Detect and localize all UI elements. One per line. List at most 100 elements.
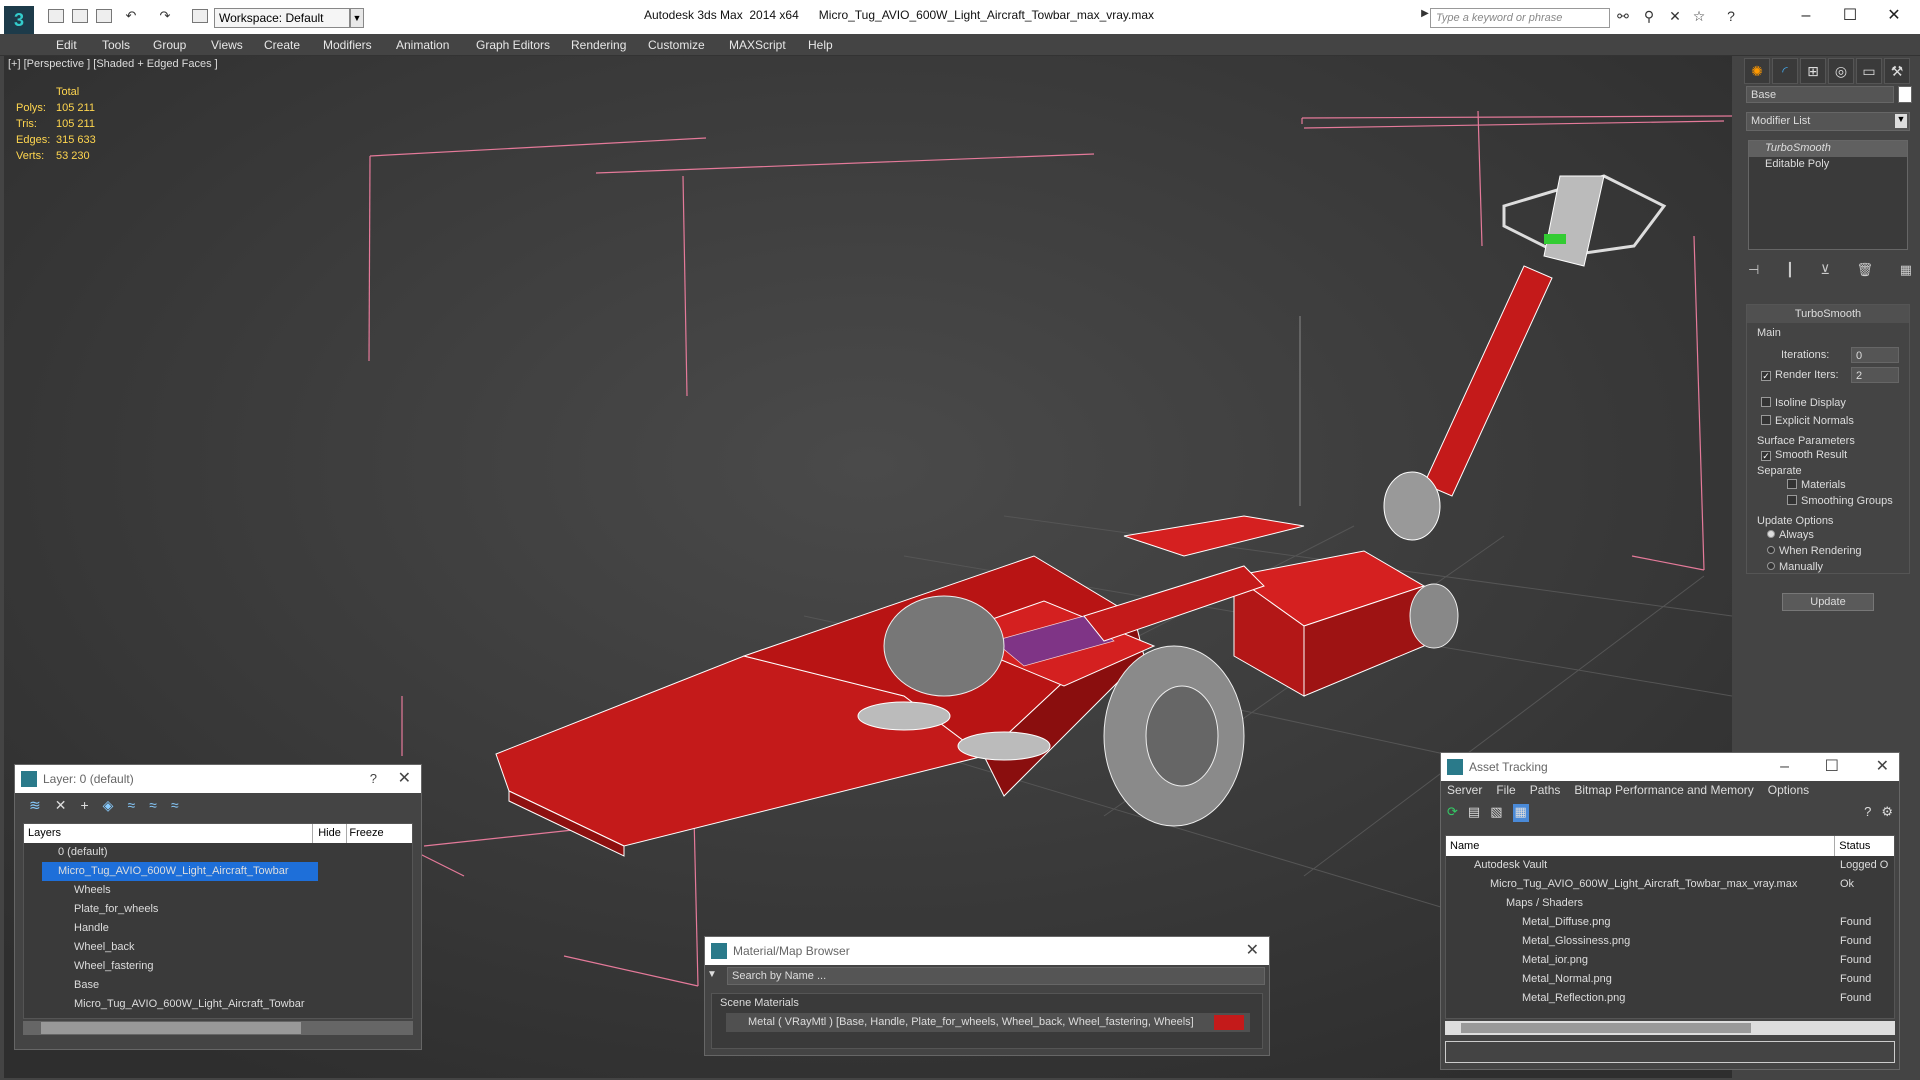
menu-animation[interactable]: Animation: [396, 38, 449, 52]
material-item[interactable]: Metal ( VRayMtl ) [Base, Handle, Plate_f…: [726, 1013, 1250, 1032]
app-logo-icon[interactable]: 3: [4, 6, 34, 34]
asset-row[interactable]: Micro_Tug_AVIO_600W_Light_Aircraft_Towba…: [1446, 875, 1894, 894]
minimize-icon[interactable]: –: [1780, 753, 1789, 781]
menu-tools[interactable]: Tools: [102, 38, 130, 52]
isoline-checkbox[interactable]: [1761, 397, 1771, 407]
explicit-normals-checkbox[interactable]: [1761, 415, 1771, 425]
iterations-spinner[interactable]: 0: [1851, 347, 1899, 363]
manually-radio[interactable]: [1767, 562, 1775, 570]
menu-graph-editors[interactable]: Graph Editors: [476, 38, 550, 52]
create-tab-icon[interactable]: ✺: [1744, 58, 1770, 84]
materials-checkbox[interactable]: [1787, 479, 1797, 489]
highlight-layer-icon[interactable]: ≈: [127, 797, 135, 817]
create-layer-icon[interactable]: ≋: [29, 797, 41, 817]
asset-row[interactable]: Metal_ior.png Found: [1446, 951, 1894, 970]
display-tab-icon[interactable]: ▭: [1856, 58, 1882, 84]
configure-modifier-sets-icon[interactable]: ▦: [1900, 262, 1912, 282]
menu-server[interactable]: Server: [1447, 783, 1482, 799]
col-status[interactable]: Status: [1834, 836, 1894, 856]
stack-item-editable-poly[interactable]: Editable Poly: [1749, 157, 1907, 173]
menu-maxscript[interactable]: MAXScript: [729, 38, 786, 52]
undo-icon[interactable]: ↶: [122, 8, 140, 26]
smooth-result-checkbox[interactable]: ✓: [1761, 451, 1771, 461]
render-iters-spinner[interactable]: 2: [1851, 367, 1899, 383]
search-input[interactable]: Type a keyword or phrase: [1430, 8, 1610, 28]
list-view-icon[interactable]: ▤: [1468, 804, 1480, 822]
close-icon[interactable]: ✕: [398, 765, 411, 793]
workspace-select[interactable]: Workspace: Default: [214, 8, 350, 28]
motion-tab-icon[interactable]: ◎: [1828, 58, 1854, 84]
menu-rendering[interactable]: Rendering: [571, 38, 626, 52]
layer-row[interactable]: 0 (default): [24, 843, 412, 862]
menu-help[interactable]: Help: [808, 38, 833, 52]
hierarchy-tab-icon[interactable]: ⊞: [1800, 58, 1826, 84]
col-hide[interactable]: Hide: [312, 824, 346, 843]
save-file-icon[interactable]: [96, 9, 112, 23]
modify-tab-icon[interactable]: ◜: [1772, 58, 1798, 84]
close-icon[interactable]: ✕: [1246, 937, 1259, 965]
asset-path-field[interactable]: [1445, 1041, 1895, 1063]
help-icon[interactable]: ?: [370, 765, 377, 793]
render-iters-checkbox[interactable]: ✓: [1761, 371, 1771, 381]
open-file-icon[interactable]: [72, 9, 88, 23]
stack-item-turbosmooth[interactable]: TurboSmooth: [1749, 141, 1907, 157]
communication-icon[interactable]: ✕: [1666, 8, 1684, 26]
horizontal-scrollbar[interactable]: [23, 1021, 413, 1035]
layer-row[interactable]: Plate_for_wheels: [24, 900, 412, 919]
thumbnail-view-icon[interactable]: ▧: [1490, 804, 1502, 822]
rollout-title[interactable]: TurboSmooth: [1747, 305, 1909, 323]
smoothing-groups-checkbox[interactable]: [1787, 495, 1797, 505]
asset-row[interactable]: Autodesk Vault Logged O: [1446, 856, 1894, 875]
refresh-icon[interactable]: ⟳: [1447, 804, 1458, 822]
subscription-icon[interactable]: ⚲: [1640, 8, 1658, 26]
settings-icon[interactable]: ⚙: [1881, 804, 1893, 822]
help-icon[interactable]: ?: [1722, 8, 1740, 26]
update-button[interactable]: Update: [1782, 593, 1874, 611]
project-folder-icon[interactable]: [192, 9, 208, 23]
object-name-field[interactable]: Base: [1746, 86, 1894, 103]
close-icon[interactable]: ✕: [1876, 753, 1889, 781]
menu-options[interactable]: Options: [1768, 783, 1809, 799]
chevron-down-icon[interactable]: ▼: [350, 8, 364, 28]
menu-modifiers[interactable]: Modifiers: [323, 38, 372, 52]
menu-views[interactable]: Views: [211, 38, 243, 52]
object-color-swatch[interactable]: [1898, 86, 1912, 103]
utilities-tab-icon[interactable]: ⚒: [1884, 58, 1910, 84]
asset-row[interactable]: Metal_Reflection.png Found: [1446, 989, 1894, 1008]
layer-row[interactable]: Handle: [24, 919, 412, 938]
freeze-all-layers-icon[interactable]: ≈: [171, 797, 179, 817]
col-freeze[interactable]: Freeze: [346, 824, 386, 843]
browser-options-icon[interactable]: ▼: [707, 969, 725, 985]
hide-all-layers-icon[interactable]: ≈: [149, 797, 157, 817]
layer-row[interactable]: Wheel_back: [24, 938, 412, 957]
asset-row[interactable]: Metal_Glossiness.png Found: [1446, 932, 1894, 951]
select-in-layer-icon[interactable]: ◈: [103, 797, 114, 817]
minimize-icon[interactable]: –: [1786, 4, 1826, 28]
redo-icon[interactable]: ↷: [156, 8, 174, 26]
layer-row[interactable]: Wheels: [24, 881, 412, 900]
binoculars-icon[interactable]: ⚯: [1614, 8, 1632, 26]
favorites-star-icon[interactable]: ☆: [1690, 8, 1708, 26]
horizontal-scrollbar[interactable]: [1445, 1021, 1895, 1035]
layer-row[interactable]: Micro_Tug_AVIO_600W_Light_Aircraft_Towba…: [24, 995, 412, 1014]
show-end-result-icon[interactable]: ┃: [1786, 262, 1794, 282]
maximize-icon[interactable]: ☐: [1830, 4, 1870, 28]
help-icon[interactable]: ?: [1864, 804, 1871, 822]
asset-row[interactable]: Metal_Diffuse.png Found: [1446, 913, 1894, 932]
close-icon[interactable]: ✕: [1874, 4, 1914, 28]
menu-paths[interactable]: Paths: [1530, 783, 1561, 799]
layer-row-selected[interactable]: Micro_Tug_AVIO_600W_Light_Aircraft_Towba…: [42, 862, 318, 881]
menu-customize[interactable]: Customize: [648, 38, 705, 52]
col-name[interactable]: Name: [1446, 836, 1834, 856]
asset-row[interactable]: Metal_Normal.png Found: [1446, 970, 1894, 989]
scene-materials-group[interactable]: Scene Materials: [712, 994, 1262, 1013]
material-search-input[interactable]: Search by Name ...: [727, 967, 1265, 985]
col-layers[interactable]: Layers: [24, 824, 312, 843]
always-radio[interactable]: [1767, 530, 1775, 538]
make-unique-icon[interactable]: ⊻: [1820, 262, 1830, 282]
maximize-icon[interactable]: ☐: [1825, 753, 1839, 781]
when-rendering-radio[interactable]: [1767, 546, 1775, 554]
asset-row[interactable]: Maps / Shaders: [1446, 894, 1894, 913]
new-file-icon[interactable]: [48, 9, 64, 23]
remove-modifier-icon[interactable]: 🗑: [1857, 262, 1874, 282]
